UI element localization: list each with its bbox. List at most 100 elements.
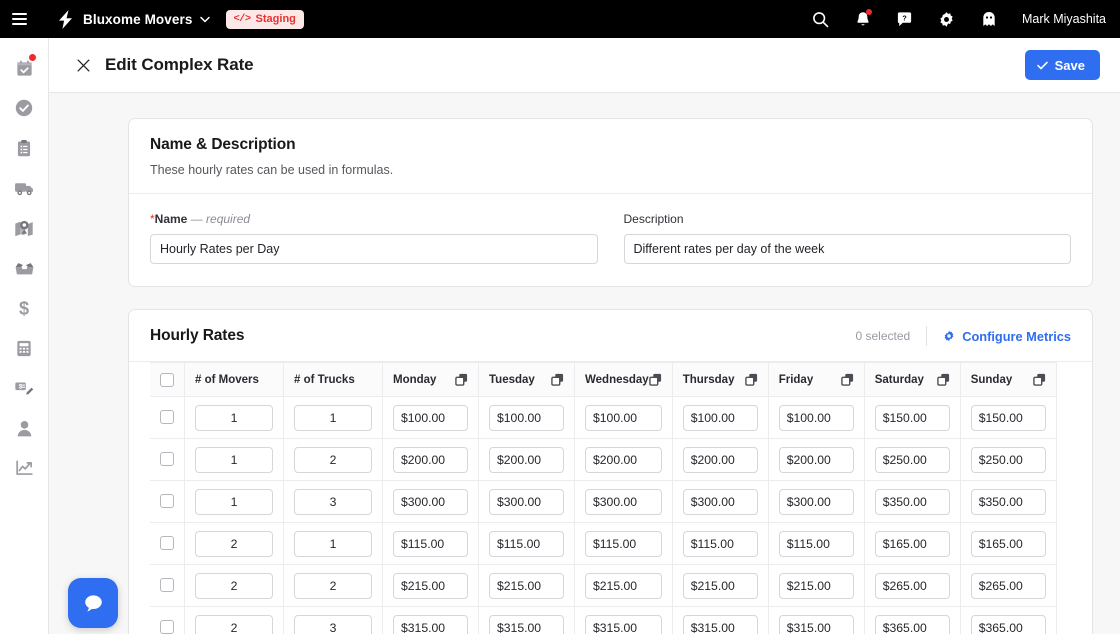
ghost-icon[interactable] [968,0,1010,38]
sidebar-item-check-circle[interactable] [4,88,44,128]
count-input-of-movers[interactable] [195,404,273,431]
count-input-of-trucks[interactable] [294,614,372,634]
cell-thursday [672,438,769,481]
rate-input-wednesday[interactable] [585,614,662,634]
rate-input-thursday[interactable] [682,614,758,634]
sidebar-item-calculator[interactable] [4,328,44,368]
rate-input-saturday[interactable] [874,530,950,557]
chevron-down-icon[interactable] [200,16,211,23]
rate-input-tuesday[interactable] [489,572,564,599]
rate-input-tuesday[interactable] [489,530,564,557]
copy-icon[interactable] [1032,373,1046,386]
count-input-of-trucks[interactable] [294,530,372,557]
hamburger-menu-icon[interactable] [0,0,38,38]
rate-input-sunday[interactable] [970,404,1046,431]
row-checkbox[interactable] [160,578,174,593]
row-checkbox[interactable] [160,410,174,425]
rates-table-wrapper[interactable]: # of Movers # of Trucks Monday Tuesday Wedne… [129,362,1092,634]
rate-input-sunday[interactable] [970,488,1046,515]
sidebar-item-chart[interactable] [4,448,44,488]
search-icon[interactable] [800,0,842,38]
cell-of-movers [184,396,284,439]
rate-input-friday[interactable] [778,488,854,515]
count-input-of-trucks[interactable] [294,572,372,599]
rate-input-sunday[interactable] [970,614,1046,634]
copy-icon[interactable] [936,373,950,386]
configure-metrics-button[interactable]: Configure Metrics [943,329,1071,344]
sidebar-item-invoice[interactable]: $ [4,368,44,408]
copy-icon[interactable] [840,373,854,386]
row-checkbox[interactable] [160,494,174,509]
rate-input-thursday[interactable] [682,404,758,431]
rate-input-tuesday[interactable] [489,614,564,634]
rate-input-monday[interactable] [393,530,468,557]
rate-input-saturday[interactable] [874,572,950,599]
user-name[interactable]: Mark Miyashita [1022,12,1106,26]
rate-input-wednesday[interactable] [585,488,662,515]
bell-icon[interactable] [842,0,884,38]
rate-input-thursday[interactable] [682,446,758,473]
count-input-of-movers[interactable] [195,530,273,557]
chat-widget-button[interactable] [68,578,118,628]
sidebar-item-map[interactable] [4,208,44,248]
row-checkbox[interactable] [160,536,174,551]
count-input-of-trucks[interactable] [294,446,372,473]
rate-input-tuesday[interactable] [489,488,564,515]
rate-input-friday[interactable] [778,446,854,473]
staging-badge[interactable]: </> Staging [226,9,304,29]
rate-input-wednesday[interactable] [585,530,662,557]
rate-input-monday[interactable] [393,446,468,473]
rate-input-thursday[interactable] [682,572,758,599]
row-checkbox[interactable] [160,620,174,634]
sidebar-item-person[interactable] [4,408,44,448]
rate-input-saturday[interactable] [874,488,950,515]
rate-input-sunday[interactable] [970,530,1046,557]
sidebar-item-clipboard[interactable] [4,128,44,168]
select-all-checkbox[interactable] [160,372,174,387]
rate-input-friday[interactable] [778,614,854,634]
rate-input-monday[interactable] [393,614,468,634]
rate-input-wednesday[interactable] [585,572,662,599]
rate-input-monday[interactable] [393,572,468,599]
rate-input-friday[interactable] [778,404,854,431]
count-input-of-movers[interactable] [195,488,273,515]
copy-icon[interactable] [744,373,758,386]
rate-input-monday[interactable] [393,488,468,515]
rates-table-body [150,396,1057,634]
rate-input-thursday[interactable] [682,488,758,515]
rate-input-wednesday[interactable] [585,404,662,431]
count-input-of-trucks[interactable] [294,488,372,515]
rate-input-friday[interactable] [778,572,854,599]
rate-input-saturday[interactable] [874,614,950,634]
sidebar-item-dollar[interactable]: $ [4,288,44,328]
count-input-of-trucks[interactable] [294,404,372,431]
rate-input-sunday[interactable] [970,446,1046,473]
row-checkbox[interactable] [160,452,174,467]
rate-input-wednesday[interactable] [585,446,662,473]
sidebar-item-calendar-check[interactable] [4,48,44,88]
copy-icon[interactable] [648,373,662,386]
sidebar-item-box[interactable] [4,248,44,288]
count-input-of-movers[interactable] [195,614,273,634]
rate-input-saturday[interactable] [874,404,950,431]
main-scroll-area[interactable]: Name & Description These hourly rates ca… [49,93,1120,634]
rate-input-friday[interactable] [778,530,854,557]
rate-input-saturday[interactable] [874,446,950,473]
copy-icon[interactable] [551,373,564,386]
save-button[interactable]: Save [1024,50,1100,80]
copy-icon[interactable] [455,373,468,386]
brand-name[interactable]: Bluxome Movers [83,12,192,27]
close-x-icon[interactable] [71,53,95,77]
name-input[interactable] [150,234,598,264]
rate-input-tuesday[interactable] [489,446,564,473]
description-input[interactable] [623,234,1071,264]
count-input-of-movers[interactable] [195,446,273,473]
sidebar-item-truck[interactable] [4,168,44,208]
count-input-of-movers[interactable] [195,572,273,599]
rate-input-sunday[interactable] [970,572,1046,599]
rate-input-tuesday[interactable] [489,404,564,431]
rate-input-thursday[interactable] [682,530,758,557]
rate-input-monday[interactable] [393,404,468,431]
gear-icon[interactable] [926,0,968,38]
help-chat-icon[interactable]: ? [884,0,926,38]
